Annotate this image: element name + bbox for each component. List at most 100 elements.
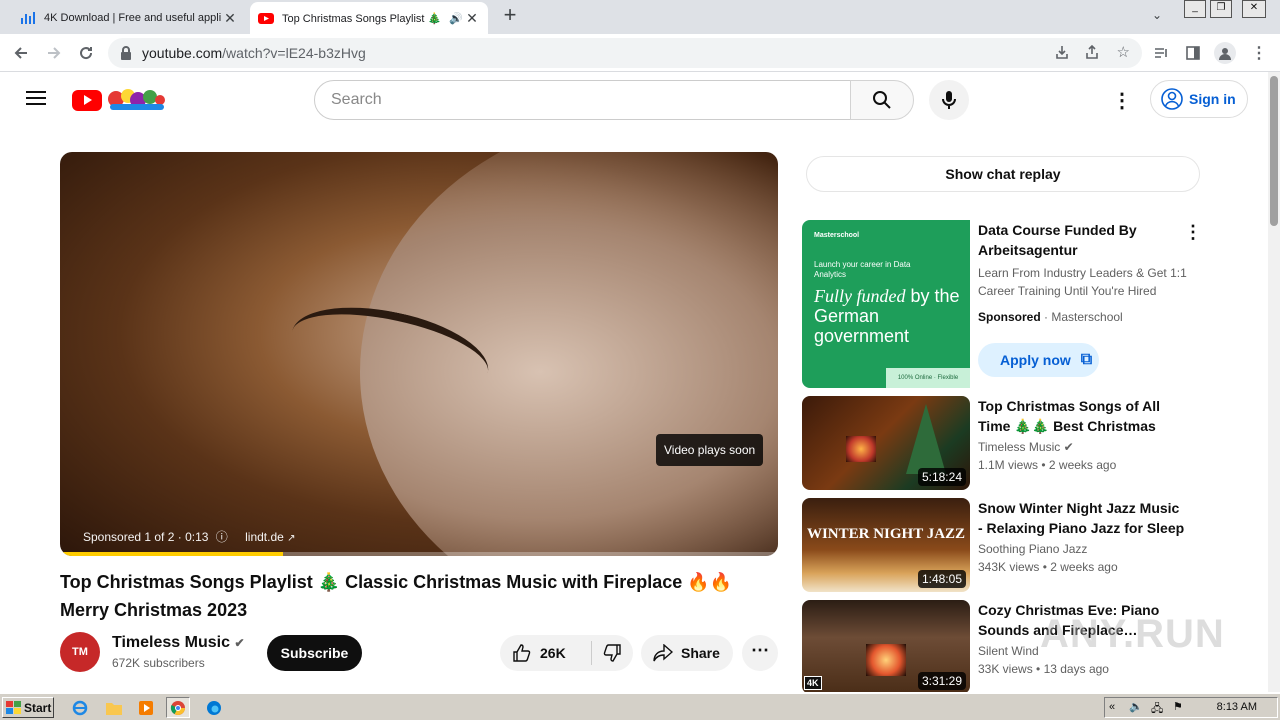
apply-now-button[interactable]: Apply now ⧉ [978,343,1099,377]
start-button[interactable]: Start [2,697,54,718]
flag-icon[interactable]: ⚑ [1173,700,1183,713]
url-host: youtube.com [142,45,223,61]
ad-link[interactable]: lindt.de [245,530,284,544]
ad-thumb-headline: Fully funded by the German government [814,286,964,346]
reload-icon[interactable] [75,42,97,64]
side-panel-icon[interactable] [1182,42,1204,64]
related-video-card[interactable]: 5:18:24 Top Christmas Songs of All Time … [802,396,1202,490]
profile-avatar-icon[interactable] [1214,42,1236,64]
install-icon[interactable] [1054,44,1070,65]
more-actions-button[interactable]: ⋯ [742,635,778,671]
video-thumbnail[interactable]: 4K 3:31:29 [802,600,970,692]
hamburger-menu-icon[interactable] [26,90,46,111]
ad-progress-bar[interactable] [60,552,778,556]
watermark: ANY.RUN [1040,612,1225,656]
upload-age: 2 weeks ago [1050,560,1118,574]
like-dislike-group: 26K [500,635,633,671]
view-count: 343K views [978,560,1040,574]
channel-name-text: Timeless Music [978,440,1061,454]
youtube-header: Search ⋮ Sign in [0,72,1268,128]
info-icon[interactable]: ⓘ [216,530,228,544]
browser-tab-youtube[interactable]: Top Christmas Songs Playlist 🎄 🔊 ✕ [250,2,488,34]
internet-explorer-icon[interactable] [68,697,92,718]
page-scrollbar[interactable] [1268,72,1280,692]
like-count: 26K [540,645,566,661]
subscribe-button[interactable]: Subscribe [267,635,362,671]
sign-in-button[interactable]: Sign in [1150,80,1248,118]
media-player-icon[interactable] [134,697,158,718]
media-control-icon[interactable] [1150,42,1172,64]
microphone-icon [942,91,956,109]
apply-now-label: Apply now [1000,352,1071,368]
video-player[interactable]: Video plays soon Sponsored 1 of 2 · 0:13… [60,152,778,556]
close-tab-icon[interactable]: ✕ [464,10,480,27]
chrome-taskbar-icon[interactable] [166,697,190,718]
clock: 8:13 AM [1216,701,1257,713]
lock-icon [121,46,131,60]
sponsored-ad-card[interactable]: Masterschool Launch your career in Data … [802,220,1202,388]
tab-title: Top Christmas Songs Playlist 🎄 [282,12,442,25]
related-video-meta: 343K views • 2 weeks ago [978,560,1118,574]
browser-tab-4k-download[interactable]: 4K Download | Free and useful appli ✕ [12,2,246,34]
search-input[interactable]: Search [314,80,851,120]
speaker-icon[interactable]: 🔊 [448,12,464,25]
url-text: youtube.com/watch?v=lE24-b3zHvg [142,45,366,61]
video-plays-soon-badge: Video plays soon [656,434,764,466]
volume-icon[interactable]: 🔈 [1129,700,1143,713]
channel-name[interactable]: Timeless Music ✔ [112,634,245,652]
restore-button[interactable]: ❐ [1210,0,1232,18]
related-video-channel: Timeless Music ✔ [978,440,1074,454]
ad-progress-fill [60,552,283,556]
close-tab-icon[interactable]: ✕ [222,10,238,27]
forward-arrow-icon[interactable] [43,42,65,64]
scrollbar-thumb[interactable] [1270,76,1278,226]
ad-menu-icon[interactable]: ⋮ [1184,222,1202,243]
video-thumbnail[interactable]: WINTER NIGHT JAZZ 1:48:05 [802,498,970,592]
video-duration: 3:31:29 [917,672,966,690]
windows-taskbar: Start « 🔈 🖧 ⚑ 8:13 AM [0,693,1280,720]
related-video-title: Snow Winter Night Jazz Music - Relaxing … [978,500,1185,536]
share-page-icon[interactable] [1084,44,1100,65]
ad-description: Learn From Industry Leaders & Get 1:1 Ca… [978,266,1187,298]
url-path: /watch?v=lE24-b3zHvg [222,45,366,61]
youtube-logo[interactable] [72,86,166,119]
share-label: Share [681,645,720,661]
system-tray: « 🔈 🖧 ⚑ 8:13 AM [1104,697,1278,718]
like-button[interactable]: 26K [500,641,592,665]
file-explorer-icon[interactable] [102,697,126,718]
video-thumbnail[interactable]: 5:18:24 [802,396,970,490]
new-tab-button[interactable]: + [498,4,522,28]
channel-name-text: Timeless Music [112,634,230,651]
edge-icon[interactable] [202,697,226,718]
video-duration: 5:18:24 [917,468,966,486]
settings-more-icon[interactable]: ⋮ [1112,88,1132,113]
youtube-favicon [258,13,274,24]
video-duration: 1:48:05 [917,570,966,588]
ad-thumbnail[interactable]: Masterschool Launch your career in Data … [802,220,970,388]
ad-thumb-footer: 100% Online · Flexible [886,368,970,388]
tray-expand-icon[interactable]: « [1109,701,1115,713]
minimize-button[interactable]: _ [1184,0,1206,18]
channel-avatar[interactable]: TM [60,632,100,672]
verified-badge-icon: ✔ [1063,440,1074,454]
share-button[interactable]: Share [641,635,733,671]
back-arrow-icon[interactable] [10,42,32,64]
close-window-button[interactable]: ✕ [1242,0,1266,18]
search-icon [873,91,891,109]
ad-info: Sponsored 1 of 2 · 0:13 ⓘ lindt.de ↗ [83,528,296,545]
thumbs-up-icon [513,644,531,662]
browser-menu-icon[interactable]: ⋮ [1248,42,1270,64]
subscriber-count: 672K subscribers [112,656,205,670]
tab-search-chevron-icon[interactable]: ⌄ [1152,8,1162,22]
address-bar[interactable]: youtube.com/watch?v=lE24-b3zHvg ☆ [108,38,1142,68]
related-video-card[interactable]: WINTER NIGHT JAZZ 1:48:05 Snow Winter Ni… [802,498,1202,592]
bookmark-star-icon[interactable]: ☆ [1117,43,1130,61]
dislike-button[interactable] [592,643,632,663]
voice-search-button[interactable] [929,80,969,120]
search-button[interactable] [850,80,914,120]
video-owner-row: TM Timeless Music ✔ 672K subscribers Sub… [60,632,778,672]
browser-toolbar: youtube.com/watch?v=lE24-b3zHvg ☆ ⋮ [0,34,1280,72]
show-chat-replay-button[interactable]: Show chat replay [806,156,1200,192]
ad-title[interactable]: Data Course Funded By Arbeitsagentur [978,220,1186,260]
network-icon[interactable]: 🖧 [1151,700,1163,719]
